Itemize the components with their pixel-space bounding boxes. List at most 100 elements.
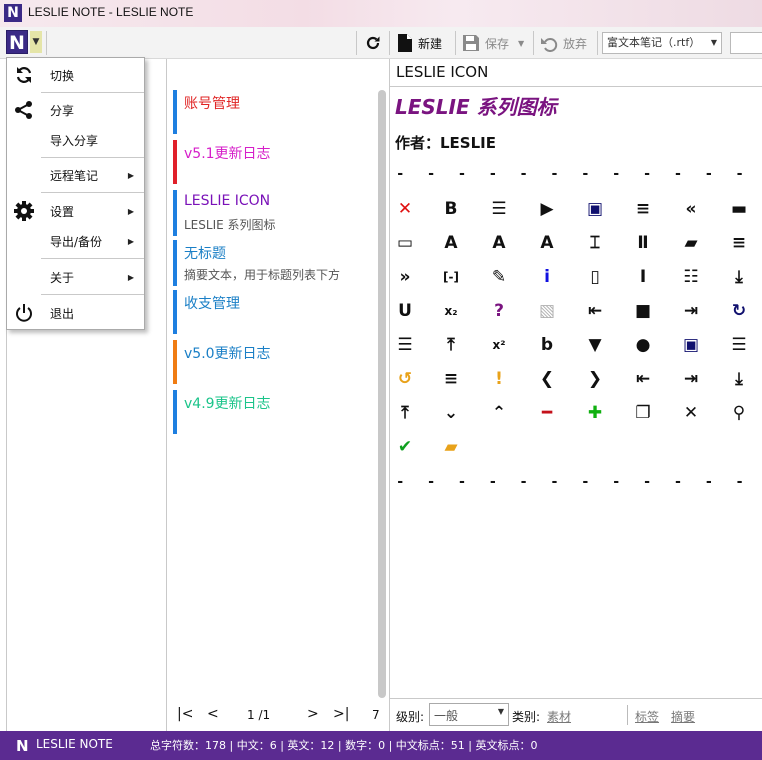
- note-title: 收支管理: [184, 296, 240, 312]
- page-indicator: 1 /1: [247, 708, 271, 722]
- note-title: 账号管理: [184, 96, 240, 112]
- play-icon: ▶: [540, 199, 554, 219]
- note-list-item[interactable]: LESLIE ICON LESLIE 系列图标: [173, 190, 373, 236]
- note-list-item[interactable]: v5.0更新日志: [173, 340, 373, 386]
- note-author: 作者：LESLIE: [395, 134, 496, 152]
- level-select[interactable]: 一般 ▼: [429, 703, 509, 726]
- align-justify-icon: ☰: [731, 335, 747, 355]
- prev-page-icon[interactable]: <: [207, 706, 219, 722]
- menu-item-remote-notes-label: 远程笔记: [50, 168, 99, 183]
- note-list-item[interactable]: 账号管理: [173, 90, 373, 136]
- note-title: 无标题: [184, 246, 226, 262]
- check-icon: ✔: [397, 437, 413, 457]
- menu-item-import-share[interactable]: 导入分享: [7, 125, 144, 155]
- search-icon: ⚲: [732, 403, 746, 423]
- stop-icon: ■: [634, 301, 652, 321]
- status-bar: N LESLIE NOTE 总字符数：178 | 中文：6 | 英文：12 | …: [0, 731, 762, 760]
- font-bg-icon: A: [492, 233, 506, 253]
- submenu-arrow-icon: ▶: [127, 272, 134, 282]
- icon-grid: ✕ B ☰ ▶ ▣ ≡ « ▬ ▭ A A A ⌶ Ⅱ ▰ ≡ » [-] ✎ i ▯ I ☷ ⤓ Ux₂? ▧ ⇤ ■ ⇥ ↻ ☰ ⤒ x² b…: [390, 196, 762, 457]
- align-left-icon: ≡: [635, 199, 651, 219]
- note-count: 7: [372, 708, 380, 722]
- menu-divider: [41, 157, 144, 158]
- discard-button-label: 放弃: [563, 36, 588, 51]
- submenu-arrow-icon: ▶: [127, 236, 134, 246]
- x-icon: ✕: [683, 403, 699, 423]
- menu-item-share[interactable]: 分享: [7, 95, 144, 125]
- note-list-item[interactable]: v4.9更新日志: [173, 390, 373, 436]
- tags-link[interactable]: 标签: [635, 708, 659, 725]
- list-icon: ☷: [683, 267, 699, 287]
- note-title-field[interactable]: LESLIE ICON: [390, 59, 762, 87]
- level-select-value: 一般: [434, 709, 459, 723]
- next-page-icon[interactable]: >: [307, 706, 319, 722]
- close-icon: ✕: [397, 199, 413, 219]
- font-icon: A: [540, 233, 554, 253]
- menu-item-remote-notes[interactable]: 远程笔记 ▶: [7, 160, 144, 190]
- first-page-icon[interactable]: |<: [177, 706, 193, 722]
- summary-link[interactable]: 摘要: [671, 708, 695, 725]
- menu-item-exit[interactable]: 退出: [7, 298, 144, 328]
- search-input[interactable]: [730, 32, 762, 54]
- note-color-bar: [173, 140, 177, 184]
- chevron-up-icon: ⌃: [491, 403, 507, 423]
- new-document-icon: [398, 34, 412, 52]
- title-bar: N LESLIE NOTE - LESLIE NOTE: [0, 0, 762, 27]
- menu-item-settings[interactable]: 设置 ▶: [7, 196, 144, 226]
- note-list-item[interactable]: 无标题 摘要文本，用于标题列表下方: [173, 240, 373, 286]
- align-right-icon: ≡: [731, 233, 747, 253]
- save-dropdown-icon[interactable]: ▼: [518, 39, 524, 48]
- align-center-icon: ≡: [443, 369, 459, 389]
- menu-item-switch-label: 切换: [50, 68, 75, 83]
- menu-item-export-backup[interactable]: 导出/备份 ▶: [7, 226, 144, 256]
- app-logo-icon: N: [4, 4, 22, 22]
- note-list-scrollbar[interactable]: [378, 90, 386, 698]
- info-icon: i: [544, 267, 550, 287]
- format-select[interactable]: 富文本笔记（.rtf） ▼: [602, 32, 722, 54]
- image-icon: ▧: [538, 301, 556, 321]
- menu-item-switch[interactable]: 切换: [7, 60, 144, 90]
- new-button[interactable]: 新建: [397, 31, 442, 55]
- divider-line: - - - - - - - - - - - - - - - - - - - - …: [396, 166, 756, 182]
- sync-icon: [13, 64, 35, 86]
- note-body[interactable]: LESLIE 系列图标 作者：LESLIE - - - - - - - - - …: [390, 87, 762, 699]
- chevron-right-icon: ❯: [587, 369, 603, 389]
- menu-divider: [41, 294, 144, 295]
- minimize-icon: ▬: [730, 199, 748, 219]
- folder-icon: ▰: [444, 437, 458, 457]
- plus-icon: ✚: [587, 403, 603, 423]
- status-stats: 总字符数：178 | 中文：6 | 英文：12 | 数字：0 | 中文标点：51…: [150, 739, 538, 752]
- italic-icon: I: [639, 267, 647, 287]
- menu-item-settings-label: 设置: [50, 204, 75, 219]
- note-list-item[interactable]: v5.1更新日志: [173, 140, 373, 186]
- gear-icon: [13, 200, 35, 222]
- outdent-icon: ⇤: [587, 301, 603, 321]
- note-list-item[interactable]: 收支管理: [173, 290, 373, 336]
- toolbar-divider: [597, 31, 598, 55]
- menu-item-about[interactable]: 关于 ▶: [7, 262, 144, 292]
- note-color-bar: [173, 390, 177, 434]
- font-color-icon: A: [444, 233, 458, 253]
- save-button[interactable]: 保存 ▼: [462, 31, 524, 55]
- main-menu-dropdown-icon[interactable]: ▼: [30, 31, 42, 53]
- app-logo-icon: N: [16, 737, 29, 755]
- toolbar: N ▼ 新建 保存 ▼ 放弃 富文本笔记（.rtf） ▼: [0, 27, 762, 59]
- status-app-name: LESLIE NOTE: [36, 737, 113, 751]
- submenu-arrow-icon: ▶: [127, 206, 134, 216]
- note-color-bar: [173, 90, 177, 134]
- edit-icon: ✎: [491, 267, 507, 287]
- refresh-button[interactable]: [364, 31, 382, 55]
- main-menu-button[interactable]: N: [6, 30, 28, 54]
- chevron-down-icon: ▼: [497, 707, 504, 716]
- circle-icon: ●: [635, 335, 651, 355]
- discard-button[interactable]: 放弃: [540, 31, 587, 55]
- toolbar-divider: [46, 31, 47, 55]
- menu-divider: [41, 258, 144, 259]
- category-link[interactable]: 素材: [547, 708, 571, 725]
- indent-icon: ⇥: [683, 301, 699, 321]
- toolbar-divider: [533, 31, 534, 55]
- menu-icon: ☰: [491, 199, 507, 219]
- note-color-bar: [173, 190, 177, 236]
- last-page-icon[interactable]: >|: [333, 706, 349, 722]
- save-icon: [463, 35, 479, 51]
